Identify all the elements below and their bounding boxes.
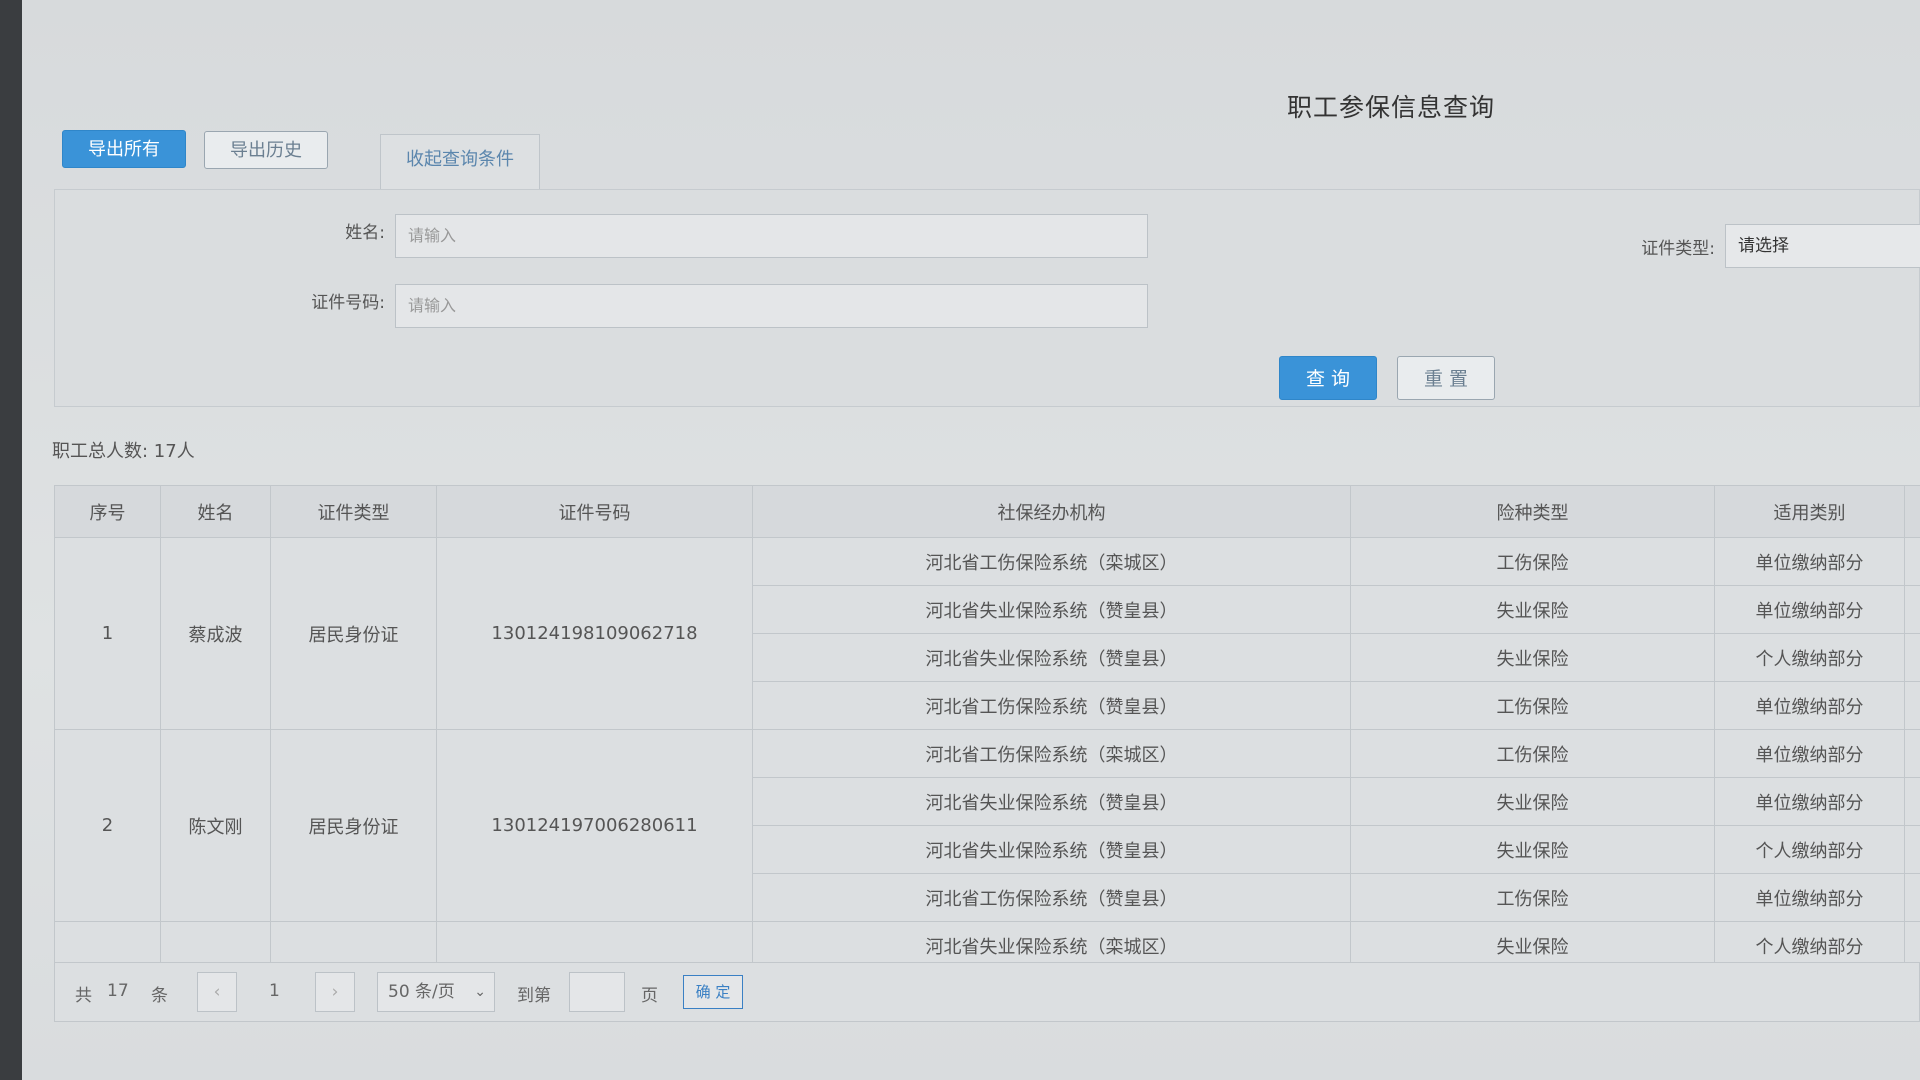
cell-category: 单位缴纳部分 [1714,873,1905,922]
pagination: 共 17 条 ‹ 1 › 50 条/页 ⌄ 到第 页 确 定 [54,962,1920,1022]
name-input[interactable]: 请输入 [395,214,1148,258]
cell-extra [1904,825,1920,874]
id-type-select[interactable]: 请选择 [1725,224,1920,268]
cell-category: 单位缴纳部分 [1714,585,1905,634]
cell-extra [1904,873,1920,922]
page-title: 职工参保信息查询 [1287,93,1496,122]
cell-category: 单位缴纳部分 [1714,729,1905,778]
cell-extra [1904,681,1920,730]
id-type-label: 证件类型: [1641,239,1715,259]
cell-agency: 河北省工伤保险系统（栾城区） [752,729,1351,778]
header-category: 适用类别 [1714,485,1905,538]
header-id-number: 证件号码 [436,485,753,538]
header-name: 姓名 [160,485,271,538]
cell-insurance-type: 工伤保险 [1350,729,1715,778]
query-panel: 姓名: 请输入 证件号码: 请输入 证件类型: 请选择 查 询 重 置 [54,189,1920,407]
cell-id-number: 130124197006280611 [436,729,753,922]
header-extra [1904,485,1920,538]
cell-insurance-type: 工伤保险 [1350,537,1715,586]
header-insurance-type: 险种类型 [1350,485,1715,538]
id-number-input[interactable]: 请输入 [395,284,1148,328]
current-page[interactable]: 1 [269,981,280,1001]
page-size-select[interactable]: 50 条/页 ⌄ [377,972,495,1012]
cell-agency: 河北省工伤保险系统（赞皇县） [752,681,1351,730]
insurance-table: 序号 姓名 证件类型 证件号码 社保经办机构 险种类型 适用类别 1 蔡成波 居民身… [54,485,1920,970]
employee-total: 职工总人数: 17人 [52,441,195,462]
id-number-label: 证件号码: [311,293,385,313]
cell-agency: 河北省工伤保险系统（赞皇县） [752,873,1351,922]
table-header-row: 序号 姓名 证件类型 证件号码 社保经办机构 险种类型 适用类别 [54,485,1920,538]
cell-extra [1904,777,1920,826]
cell-insurance-type: 失业保险 [1350,777,1715,826]
reset-button[interactable]: 重 置 [1397,356,1495,400]
header-agency: 社保经办机构 [752,485,1351,538]
page-unit-label: 页 [641,986,658,1006]
cell-insurance-type: 失业保险 [1350,633,1715,682]
chevron-down-icon: ⌄ [474,984,486,1000]
goto-page-input[interactable] [569,972,625,1012]
cell-extra [1904,537,1920,586]
cell-id-number: 130124198109062718 [436,537,753,730]
cell-category: 个人缴纳部分 [1714,633,1905,682]
cell-insurance-type: 工伤保险 [1350,681,1715,730]
page: 职工参保信息查询 导出所有 导出历史 收起查询条件 姓名: 请输入 证件号码: … [22,0,1920,1080]
name-label: 姓名: [345,223,385,243]
cell-insurance-type: 失业保险 [1350,585,1715,634]
cell-id-type: 居民身份证 [270,729,437,922]
cell-id-type: 居民身份证 [270,537,437,730]
cell-category: 单位缴纳部分 [1714,777,1905,826]
confirm-goto-button[interactable]: 确 定 [683,975,743,1009]
page-size-value: 50 条/页 [388,982,455,1002]
cell-extra [1904,633,1920,682]
cell-agency: 河北省失业保险系统（赞皇县） [752,585,1351,634]
pager-total-suffix: 条 [151,986,168,1006]
goto-label: 到第 [517,986,551,1006]
export-all-button[interactable]: 导出所有 [62,130,186,168]
cell-extra [1904,729,1920,778]
pager-total-count: 17 [107,981,129,1001]
cell-name: 蔡成波 [160,537,271,730]
header-id-type: 证件类型 [270,485,437,538]
prev-page-icon[interactable]: ‹ [197,972,237,1012]
cell-category: 单位缴纳部分 [1714,681,1905,730]
cell-extra [1904,585,1920,634]
search-button[interactable]: 查 询 [1279,356,1377,400]
table-row: 1 蔡成波 居民身份证 130124198109062718 河北省工伤保险系统（栾城区… [54,537,1920,730]
cell-index: 2 [54,729,161,922]
cell-agency: 河北省失业保险系统（赞皇县） [752,777,1351,826]
header-index: 序号 [54,485,161,538]
pager-total-prefix: 共 [75,986,92,1006]
cell-index: 1 [54,537,161,730]
cell-category: 个人缴纳部分 [1714,825,1905,874]
cell-name: 陈文刚 [160,729,271,922]
cell-agency: 河北省失业保险系统（赞皇县） [752,825,1351,874]
export-history-button[interactable]: 导出历史 [204,131,328,169]
cell-agency: 河北省工伤保险系统（栾城区） [752,537,1351,586]
table-row: 2 陈文刚 居民身份证 130124197006280611 河北省工伤保险系统（栾城区… [54,729,1920,922]
cell-insurance-type: 工伤保险 [1350,873,1715,922]
cell-agency: 河北省失业保险系统（赞皇县） [752,633,1351,682]
next-page-icon[interactable]: › [315,972,355,1012]
collapse-query-tab[interactable]: 收起查询条件 [380,134,540,190]
screen-bezel [0,0,22,1080]
cell-insurance-type: 失业保险 [1350,825,1715,874]
cell-category: 单位缴纳部分 [1714,537,1905,586]
